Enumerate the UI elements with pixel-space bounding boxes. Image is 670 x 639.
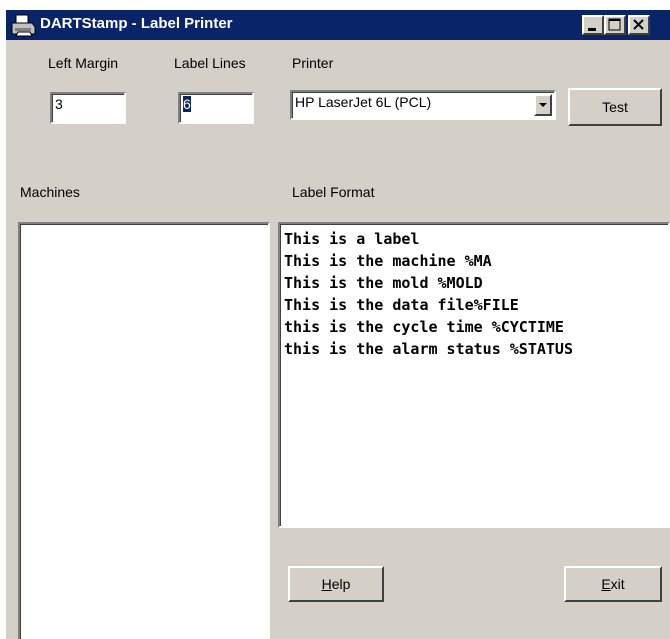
label-lines-input[interactable]: 6 bbox=[178, 92, 254, 124]
format-line: This is a label bbox=[284, 230, 420, 248]
help-button[interactable]: Help bbox=[288, 566, 384, 602]
close-button[interactable] bbox=[628, 15, 650, 35]
machines-list[interactable] bbox=[18, 222, 270, 639]
window-title: DARTStamp - Label Printer bbox=[40, 15, 233, 32]
close-icon bbox=[633, 19, 644, 30]
label-lines-value: 6 bbox=[183, 96, 191, 112]
printer-value: HP LaserJet 6L (PCL) bbox=[295, 94, 432, 110]
label-format-textarea[interactable]: This is a label This is the machine %MA … bbox=[278, 222, 670, 528]
machines-label: Machines bbox=[20, 184, 80, 200]
exit-button[interactable]: Exit bbox=[564, 566, 662, 602]
format-line: this is the alarm status %STATUS bbox=[284, 340, 573, 358]
test-button[interactable]: Test bbox=[568, 88, 662, 126]
printer-select[interactable]: HP LaserJet 6L (PCL) bbox=[290, 90, 556, 120]
help-label: elp bbox=[331, 576, 351, 592]
format-line: this is the cycle time %CYCTIME bbox=[284, 318, 564, 336]
title-bar[interactable]: DARTStamp - Label Printer bbox=[6, 10, 670, 40]
exit-label: xit bbox=[610, 576, 625, 592]
printer-label: Printer bbox=[292, 55, 334, 71]
format-line: This is the machine %MA bbox=[284, 252, 492, 270]
help-mnemonic: H bbox=[321, 576, 332, 592]
maximize-icon bbox=[608, 18, 621, 31]
exit-mnemonic: E bbox=[601, 576, 611, 592]
left-margin-input[interactable]: 3 bbox=[50, 92, 126, 124]
minimize-button[interactable] bbox=[582, 15, 604, 35]
maximize-button[interactable] bbox=[604, 15, 626, 35]
left-margin-label: Left Margin bbox=[48, 55, 119, 71]
format-line: This is the mold %MOLD bbox=[284, 274, 483, 292]
label-format-label: Label Format bbox=[292, 184, 375, 200]
minimize-icon bbox=[588, 28, 596, 31]
label-lines-label: Label Lines bbox=[174, 55, 246, 71]
format-line: This is the data file%FILE bbox=[284, 296, 519, 314]
left-margin-value: 3 bbox=[55, 96, 63, 112]
printer-dropdown-button[interactable] bbox=[534, 94, 552, 116]
label-printer-window: DARTStamp - Label Printer Left Margin 3 … bbox=[6, 10, 670, 639]
chevron-down-icon bbox=[539, 103, 547, 107]
printer-icon bbox=[11, 14, 36, 37]
